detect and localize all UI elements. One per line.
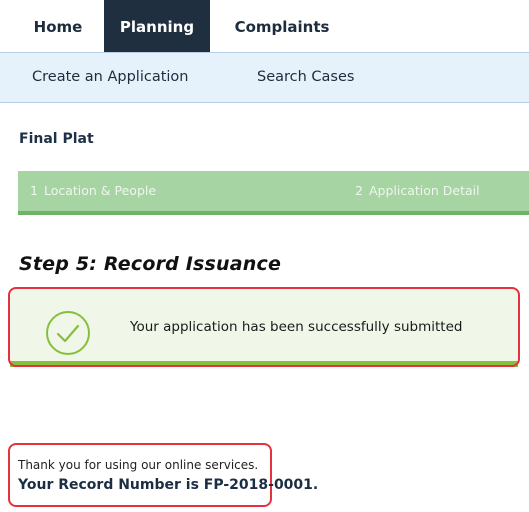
- tab-home[interactable]: Home: [22, 0, 94, 52]
- progress-bar: 1 Location & People 2 Application Detail: [18, 171, 529, 215]
- tab-planning[interactable]: Planning: [104, 0, 210, 52]
- step-label: Location & People: [43, 183, 157, 198]
- success-message: Your application has been successfully s…: [130, 319, 463, 335]
- tab-complaints[interactable]: Complaints: [218, 0, 346, 52]
- checkmark-circle-icon: [46, 311, 90, 355]
- success-message-box: Your application has been successfully s…: [10, 289, 518, 367]
- thank-you-text: Thank you for using our online services.: [18, 458, 259, 472]
- step-number: 1: [30, 183, 38, 198]
- record-type-title: Final Plat: [19, 131, 94, 147]
- step-number: 2: [355, 183, 363, 198]
- step-label: Application Detail: [368, 183, 480, 198]
- sub-navigation: Create an Application Search Cases: [0, 52, 529, 103]
- confirmation-box: Thank you for using our online services.…: [8, 443, 318, 507]
- progress-step-1: 1 Location & People: [30, 171, 156, 211]
- record-number-text: Your Record Number is FP-2018-0001.: [18, 477, 319, 493]
- create-application-link[interactable]: Create an Application: [32, 53, 189, 102]
- search-cases-link[interactable]: Search Cases: [257, 53, 354, 102]
- success-accent-bar: [10, 361, 518, 367]
- progress-step-2: 2 Application Detail: [355, 171, 480, 211]
- step-heading: Step 5: Record Issuance: [19, 253, 282, 275]
- top-navigation: Home Planning Complaints: [0, 0, 529, 52]
